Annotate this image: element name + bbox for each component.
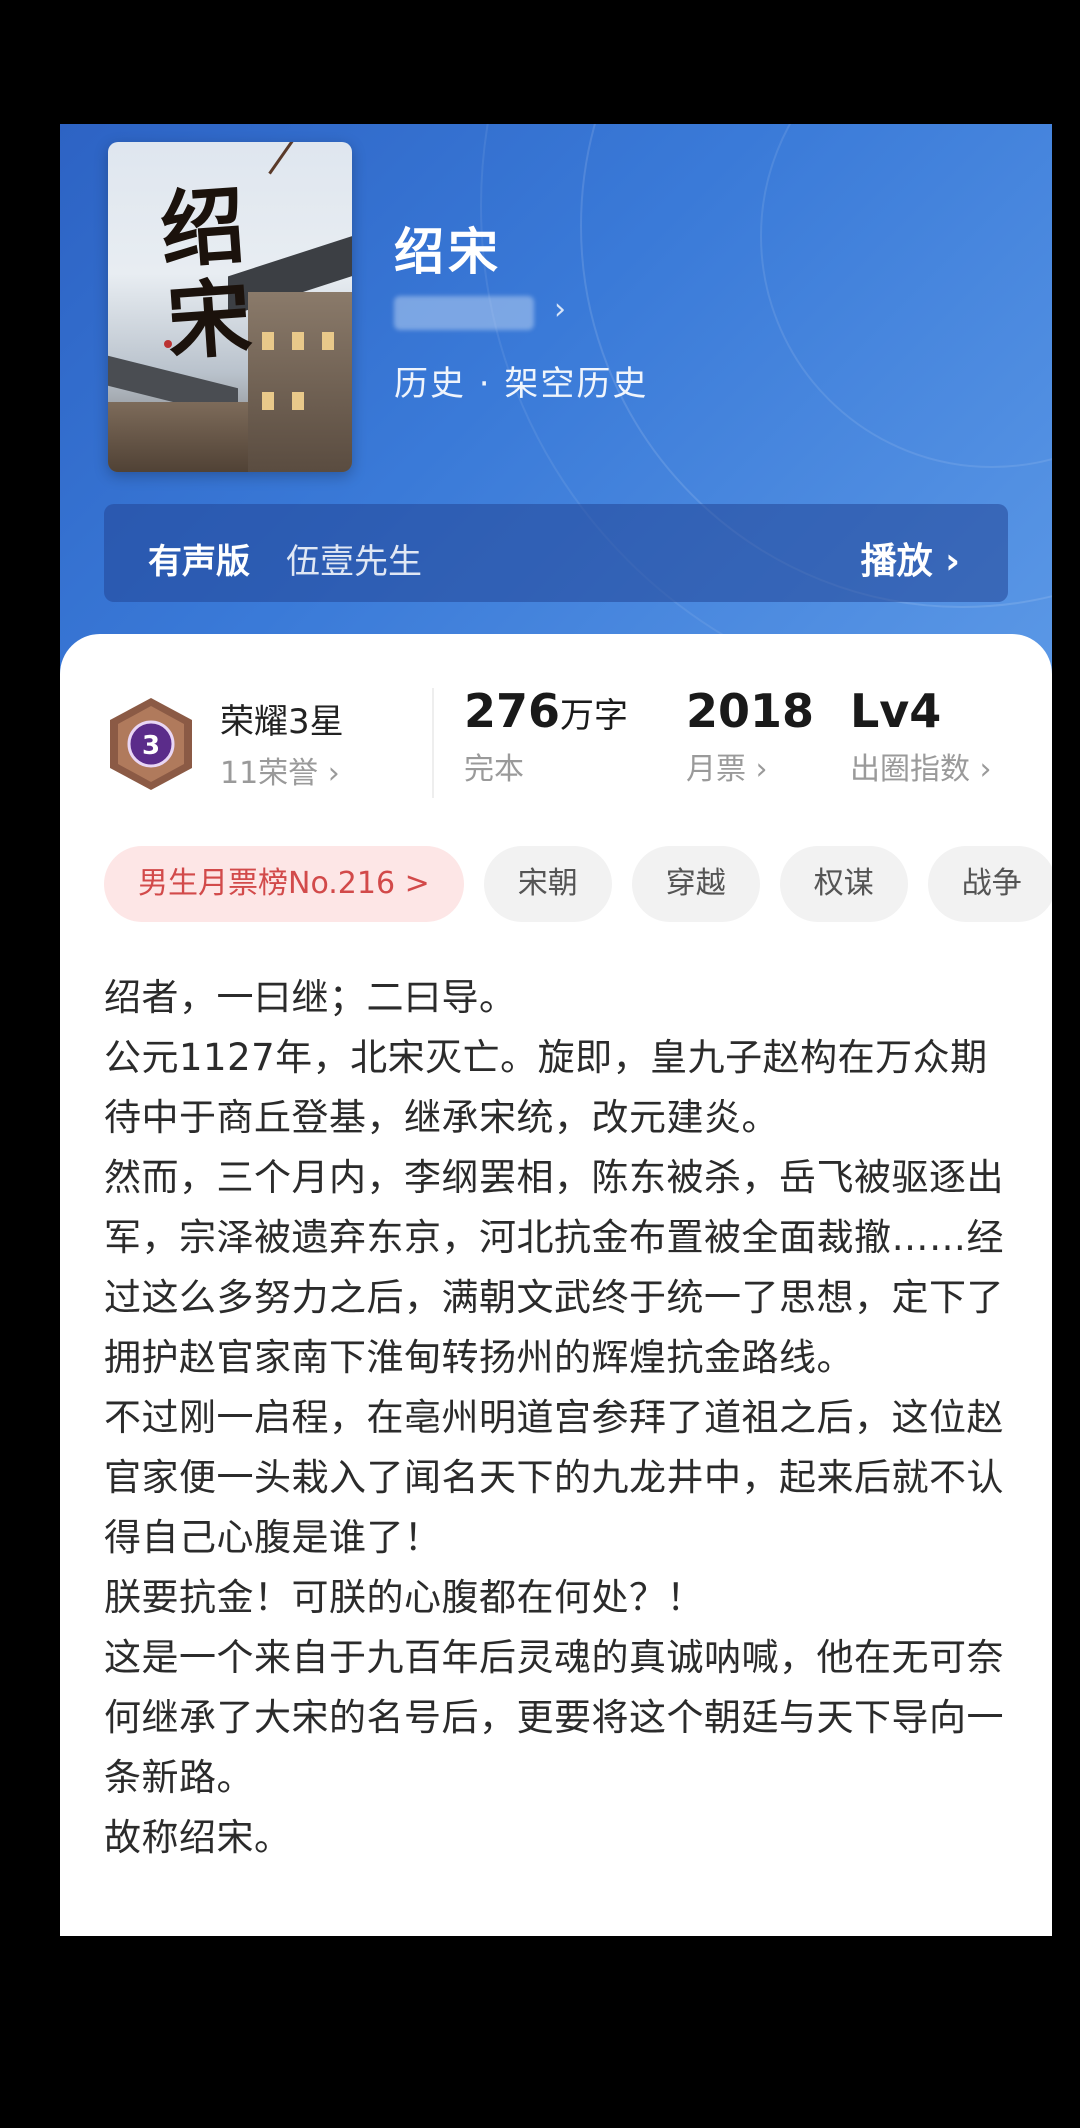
divider [432,688,434,798]
book-info-sheet: 3 荣耀3星 11荣誉 › 276万字 完本 2018 月票 › Lv4 出圈指… [60,634,1052,1936]
audio-version-bar[interactable]: 有声版 伍壹先生 播放 › [104,504,1008,602]
description-paragraph: 绍者，一曰继；二曰导。 [104,976,517,1019]
tag-time-travel[interactable]: 穿越 [631,846,760,922]
description-paragraph: 公元1127年，北宋灭亡。旋即，皇九子赵构在万众期待中于商丘登基，继承宋统，改元… [104,1036,988,1139]
cover-branch [268,142,352,221]
book-description: 绍者，一曰继；二曰导。 公元1127年，北宋灭亡。旋即，皇九子赵构在万众期待中于… [104,968,1004,1868]
description-paragraph: 这是一个来自于九百年后灵魂的真诚呐喊，他在无可奈何继承了大宋的名号后，更要将这个… [104,1636,1004,1799]
monthly-votes-label: 月票 › [686,752,768,787]
word-count-unit: 万字 [560,696,629,736]
play-button[interactable]: 播放 › [861,532,960,584]
cover-window [322,332,334,350]
tag-scheming[interactable]: 权谋 [779,846,908,922]
tag-row: 男生月票榜No.216 > 宋朝 穿越 权谋 战争 [104,846,1052,922]
word-count-label: 完本 [464,752,524,787]
chevron-right-icon[interactable]: › [554,292,566,327]
book-author-blurred[interactable] [394,296,534,330]
popularity-index-stat[interactable]: Lv4 出圈指数 › [850,684,992,788]
tag-rank[interactable]: 男生月票榜No.216 > [104,846,464,922]
cover-seal [164,340,172,348]
audio-narrator: 伍壹先生 [286,542,422,582]
honor-badge-icon[interactable]: 3 [106,696,196,792]
tag-song-dynasty[interactable]: 宋朝 [483,846,612,922]
book-header: 绍宋 绍宋 › 历史 · 架空历史 有声版 伍壹先生 播放 › [60,124,1052,684]
cover-window [292,332,304,350]
description-paragraph: 不过刚一启程，在亳州明道宫参拜了道祖之后，这位赵官家便一头栽入了闻名天下的九龙井… [104,1396,1004,1559]
word-count-stat: 276万字 完本 [464,684,628,788]
book-cover[interactable]: 绍宋 [108,142,352,472]
monthly-votes-stat[interactable]: 2018 月票 › [686,684,814,788]
book-title: 绍宋 [394,223,502,281]
description-paragraph: 朕要抗金！可朕的心腹都在何处？！ [104,1576,704,1619]
cover-building [108,402,248,472]
word-count-value: 276 [464,684,561,738]
book-genre[interactable]: 历史 · 架空历史 [394,356,648,405]
cover-window [262,392,274,410]
honor-link[interactable]: 11荣誉 › [220,748,340,792]
cover-title-art: 绍宋 [157,175,255,372]
cover-window [262,332,274,350]
honor-badge-number: 3 [142,731,160,761]
monthly-votes-value: 2018 [686,684,815,738]
popularity-index-label: 出圈指数 › [850,752,992,787]
cover-window [292,392,304,410]
honor-title: 荣耀3星 [220,702,344,742]
book-detail-screen: 绍宋 绍宋 › 历史 · 架空历史 有声版 伍壹先生 播放 › 3 荣耀3星 1… [60,124,1052,1936]
audio-label: 有声版 [148,542,250,582]
description-paragraph: 故称绍宋。 [104,1816,292,1859]
tag-war[interactable]: 战争 [927,846,1052,922]
description-paragraph: 然而，三个月内，李纲罢相，陈东被杀，岳飞被驱逐出军，宗泽被遗弃东京，河北抗金布置… [104,1156,1004,1379]
cover-building [248,292,352,472]
popularity-level-value: Lv4 [850,684,942,738]
